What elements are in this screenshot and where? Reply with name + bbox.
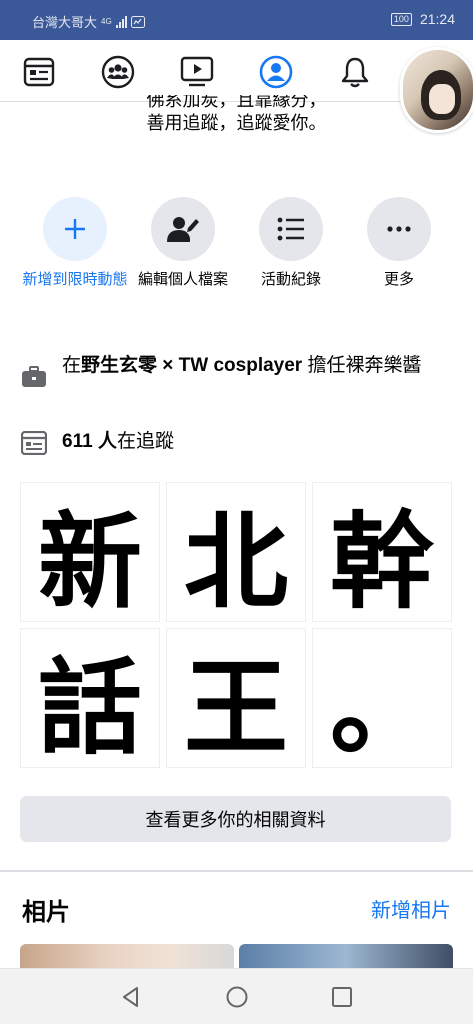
tab-menu-avatar[interactable] <box>400 47 473 133</box>
work-info: 在野生玄零 × TW cosplayer 擔任裸奔樂醬 <box>20 353 450 391</box>
more-dots-icon <box>387 226 411 232</box>
see-more-about-button[interactable]: 查看更多你的相關資料 <box>20 796 451 842</box>
tab-groups[interactable] <box>98 52 138 92</box>
edit-profile-label: 編輯個人檔案 <box>137 271 228 288</box>
edit-profile-circle <box>151 197 215 261</box>
featured-tile[interactable]: 王 <box>166 628 306 769</box>
work-suffix: 擔任裸奔樂醬 <box>302 355 422 376</box>
carrier-name: 台灣大哥大 <box>32 15 98 30</box>
briefcase-icon <box>20 363 48 391</box>
featured-tile[interactable]: 新 <box>20 482 160 623</box>
back-button[interactable] <box>117 983 145 1011</box>
followers-info[interactable]: 611 人在追蹤 <box>20 429 450 457</box>
work-text: 在野生玄零 × TW cosplayer 擔任裸奔樂醬 <box>62 353 422 379</box>
photos-section-title: 相片 <box>22 899 70 926</box>
featured-tile[interactable]: 話 <box>20 628 160 769</box>
work-prefix: 在 <box>62 355 82 376</box>
watch-video-icon <box>180 56 214 87</box>
tab-watch[interactable] <box>177 52 217 92</box>
followers-icon <box>20 429 48 457</box>
work-place-link[interactable]: 野生玄零 × TW cosplayer <box>81 355 302 376</box>
signal-icon <box>115 15 127 28</box>
more-button[interactable]: 更多 <box>344 197 454 291</box>
news-feed-icon <box>23 57 55 87</box>
plus-icon <box>65 219 85 239</box>
tab-news-feed[interactable] <box>19 52 59 92</box>
status-bar: 台灣大哥大 4G 100 21:24 <box>0 0 473 40</box>
featured-grid: 新 北 幹 話 王 。 <box>20 482 455 772</box>
edit-profile-button[interactable]: 編輯個人檔案 <box>128 197 238 291</box>
featured-tile[interactable]: 北 <box>166 482 306 623</box>
activity-log-label: 活動紀錄 <box>260 271 321 288</box>
battery-icon: 100 <box>390 12 412 26</box>
followers-count: 611 人 <box>62 431 117 452</box>
bio-line-2: 善用追蹤，追蹤愛你。 <box>146 113 327 133</box>
section-divider <box>0 870 473 872</box>
tab-profile[interactable] <box>256 52 296 92</box>
groups-icon <box>101 55 135 89</box>
home-circle-icon <box>226 986 248 1008</box>
more-circle <box>367 197 431 261</box>
activity-log-circle <box>259 197 323 261</box>
bell-icon <box>341 57 369 88</box>
tab-notifications[interactable] <box>335 52 375 92</box>
add-story-label: 新增到限時動態 <box>22 271 128 288</box>
status-right: 100 21:24 <box>390 11 455 27</box>
followers-suffix: 在追蹤 <box>116 431 174 452</box>
clock: 21:24 <box>419 11 455 27</box>
add-story-button[interactable]: 新增到限時動態 <box>20 197 130 291</box>
list-icon <box>277 217 304 241</box>
add-story-circle <box>43 197 107 261</box>
home-button[interactable] <box>223 983 251 1011</box>
status-left: 台灣大哥大 4G <box>32 12 145 31</box>
add-photos-link[interactable]: 新增相片 <box>371 894 451 923</box>
network-type: 4G <box>101 16 112 26</box>
followers-text: 611 人在追蹤 <box>62 429 174 455</box>
more-label: 更多 <box>383 271 414 288</box>
activity-log-button[interactable]: 活動紀錄 <box>236 197 346 291</box>
activity-icon <box>130 15 145 28</box>
recents-square-icon <box>332 987 352 1007</box>
featured-tile[interactable]: 幹 <box>312 482 452 623</box>
system-nav-bar <box>0 968 473 1024</box>
featured-tile[interactable]: 。 <box>312 628 452 769</box>
avatar-face <box>429 84 455 114</box>
back-triangle-icon <box>123 987 138 1007</box>
edit-profile-icon <box>167 217 199 242</box>
recents-button[interactable] <box>328 983 356 1011</box>
profile-icon <box>259 55 293 89</box>
